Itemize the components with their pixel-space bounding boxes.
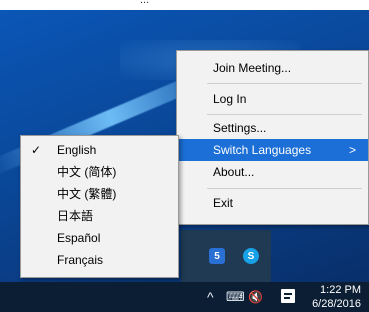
languages-submenu: ✓ English 中文 (简体) 中文 (繁體) 日本語 Español Fr… bbox=[20, 135, 179, 278]
language-item-spanish[interactable]: Español bbox=[21, 227, 178, 249]
menu-separator bbox=[207, 83, 362, 84]
menu-item-exit[interactable]: Exit bbox=[177, 192, 368, 214]
network-icon[interactable]: ⌨ bbox=[226, 282, 245, 312]
checkmark-icon: ✓ bbox=[31, 143, 42, 157]
top-window-partial-text: ... bbox=[140, 0, 150, 6]
language-item-japanese[interactable]: 日本語 bbox=[21, 205, 178, 227]
skype-tray-icon[interactable]: S bbox=[243, 248, 259, 264]
menu-item-join-meeting[interactable]: Join Meeting... bbox=[177, 57, 368, 79]
menu-item-log-in[interactable]: Log In bbox=[177, 88, 368, 110]
language-item-english[interactable]: ✓ English bbox=[21, 139, 178, 161]
menu-separator bbox=[207, 188, 362, 189]
tray-overflow-flyout: 5 S bbox=[181, 230, 271, 282]
clock-time[interactable]: 1:22 PM bbox=[320, 284, 361, 296]
action-center-icon[interactable] bbox=[281, 289, 295, 303]
language-item-french[interactable]: Français bbox=[21, 249, 178, 271]
top-window-edge: ... bbox=[0, 0, 369, 10]
webex-tray-icon[interactable]: 5 bbox=[209, 248, 225, 264]
menu-item-about[interactable]: About... bbox=[177, 161, 368, 183]
menu-item-switch-languages[interactable]: Switch Languages > bbox=[177, 139, 368, 161]
chevron-right-icon: > bbox=[348, 143, 356, 157]
clock-date[interactable]: 6/28/2016 bbox=[312, 298, 361, 310]
tray-context-menu: Join Meeting... Log In Settings... Switc… bbox=[176, 50, 369, 225]
menu-item-settings[interactable]: Settings... bbox=[177, 117, 368, 139]
language-item-chinese-simplified[interactable]: 中文 (简体) bbox=[21, 161, 178, 183]
taskbar: ^ ⌨ 🔇 1:22 PM 6/28/2016 bbox=[0, 282, 369, 312]
show-hidden-icons-chevron-icon[interactable]: ^ bbox=[207, 282, 214, 312]
menu-separator bbox=[207, 114, 362, 115]
volume-muted-icon[interactable]: 🔇 bbox=[248, 282, 263, 312]
language-item-chinese-traditional[interactable]: 中文 (繁體) bbox=[21, 183, 178, 205]
